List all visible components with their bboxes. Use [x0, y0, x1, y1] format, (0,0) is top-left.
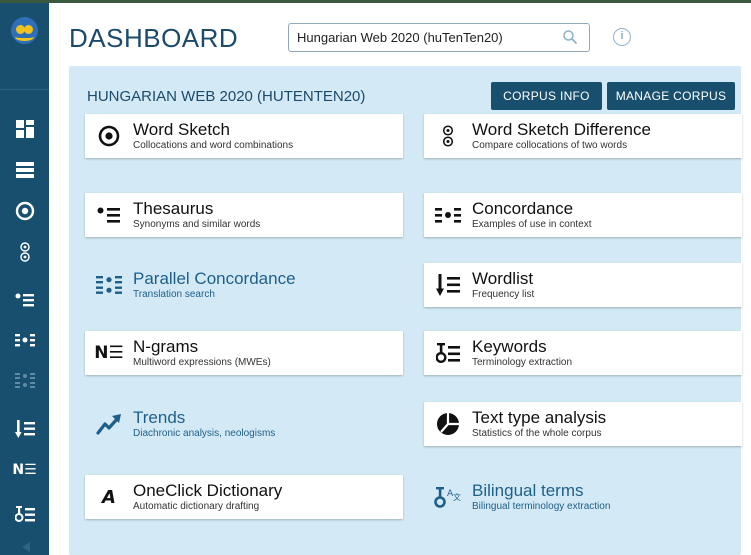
tool-name: N-grams — [133, 336, 199, 356]
sidebar-collapse-arrow[interactable] — [0, 538, 49, 555]
keywords-icon — [436, 343, 460, 363]
oneclick-dictionary-icon: A — [102, 486, 116, 508]
sketch-engine-logo-icon[interactable] — [11, 17, 38, 44]
text-type-analysis-icon — [437, 413, 459, 435]
tool-name: Text type analysis — [472, 407, 607, 427]
tool-description: Terminology extraction — [472, 356, 573, 368]
tool-description: Automatic dictionary drafting — [133, 500, 260, 512]
word-sketch-difference-icon — [442, 125, 454, 147]
tool-name: Wordlist — [472, 268, 534, 288]
tool-name: Word Sketch Difference — [472, 119, 651, 139]
tool-description: Bilingual terminology extraction — [472, 500, 611, 512]
main-content: DASHBOARD i HUNGARIAN WEB 2020 (HUTENTEN… — [49, 3, 751, 555]
tool-description: Synonyms and similar words — [133, 218, 261, 230]
tool-name: Parallel Concordance — [133, 268, 296, 288]
tool-description: Multiword expressions (MWEs) — [133, 356, 271, 368]
svg-text:文: 文 — [453, 492, 461, 502]
corpus-name-heading: HUNGARIAN WEB 2020 (HUTENTEN20) — [87, 88, 366, 105]
tool-card-wordlist[interactable]: Wordlist Frequency list — [424, 263, 742, 307]
sidebar-item-thesaurus[interactable] — [0, 283, 49, 317]
tool-description: Diachronic analysis, neologisms — [133, 427, 276, 439]
tool-description: Statistics of the whole corpus — [472, 427, 602, 439]
sidebar-item-concordance[interactable] — [0, 323, 49, 357]
wordlist-icon — [14, 420, 35, 438]
concordance-icon — [435, 208, 461, 223]
tool-name: Keywords — [472, 336, 547, 356]
tool-description: Collocations and word combinations — [133, 139, 294, 151]
corpus-list-icon — [15, 162, 34, 178]
concordance-icon — [14, 334, 35, 347]
tool-card-ngrams[interactable]: N☰ N-grams Multiword expressions (MWEs) — [85, 331, 403, 375]
corpus-selector[interactable] — [288, 23, 590, 52]
tool-card-bilingual-terms[interactable]: A文 Bilingual terms Bilingual terminology … — [424, 475, 742, 519]
tool-card-word-sketch-difference[interactable]: Word Sketch Difference Compare collocatio… — [424, 114, 742, 158]
sidebar-item-corpora[interactable] — [0, 153, 49, 187]
word-sketch-icon — [15, 201, 34, 221]
tool-name: OneClick Dictionary — [133, 480, 283, 500]
trends-icon — [96, 414, 121, 435]
word-sketch-difference-icon — [19, 242, 30, 262]
collapse-arrow-icon — [21, 541, 30, 552]
tool-card-text-type-analysis[interactable]: Text type analysis Statistics of the whol… — [424, 402, 742, 446]
tool-description: Compare collocations of two words — [472, 139, 628, 151]
tool-description: Frequency list — [472, 288, 535, 300]
corpus-search-input[interactable] — [289, 24, 559, 51]
parallel-concordance-icon — [96, 276, 122, 294]
sidebar-item-dashboard[interactable] — [0, 112, 49, 146]
page-title: DASHBOARD — [69, 23, 239, 53]
sidebar-item-keywords[interactable] — [0, 497, 49, 531]
tool-card-thesaurus[interactable]: Thesaurus Synonyms and similar words — [85, 193, 403, 237]
tool-description: Examples of use in context — [472, 218, 592, 230]
tool-card-keywords[interactable]: Keywords Terminology extraction — [424, 331, 742, 375]
tool-name: Thesaurus — [133, 198, 214, 218]
ngrams-icon: N☰ — [12, 462, 37, 478]
info-icon[interactable]: i — [613, 28, 631, 46]
tool-card-parallel-concordance[interactable]: Parallel Concordance Translation search — [85, 263, 403, 307]
sidebar-item-parallel-concordance[interactable] — [0, 364, 49, 398]
sidebar-divider — [0, 89, 49, 90]
manage-corpus-button[interactable]: MANAGE CORPUS — [607, 82, 735, 110]
tool-card-word-sketch[interactable]: Word Sketch Collocations and word combina… — [85, 114, 403, 158]
word-sketch-icon — [98, 125, 120, 147]
tool-card-trends[interactable]: Trends Diachronic analysis, neologisms — [85, 402, 403, 446]
sidebar-item-ngrams[interactable]: N☰ — [0, 453, 49, 487]
bilingual-terms-icon: A文 — [434, 487, 461, 508]
corpus-info-button[interactable]: CORPUS INFO — [491, 82, 602, 110]
thesaurus-icon — [15, 293, 34, 307]
tool-name: Bilingual terms — [472, 480, 584, 500]
tool-name: Trends — [133, 407, 186, 427]
search-icon[interactable] — [563, 30, 577, 44]
ngrams-icon: N☰ — [94, 343, 124, 363]
tool-name: Concordance — [472, 198, 574, 218]
parallel-concordance-icon — [14, 373, 35, 388]
tool-name: Word Sketch — [133, 119, 231, 139]
tool-description: Translation search — [133, 288, 215, 300]
dashboard-icon — [15, 120, 34, 138]
sidebar-item-word-sketch[interactable] — [0, 194, 49, 228]
thesaurus-icon — [97, 207, 120, 223]
wordlist-icon — [436, 274, 460, 296]
sidebar: N☰ — [0, 3, 49, 555]
sidebar-item-wordlist[interactable] — [0, 412, 49, 446]
keywords-icon — [14, 506, 35, 522]
sidebar-item-word-sketch-difference[interactable] — [0, 235, 49, 269]
tool-card-concordance[interactable]: Concordance Examples of use in context — [424, 193, 742, 237]
corpus-panel: HUNGARIAN WEB 2020 (HUTENTEN20) CORPUS I… — [69, 66, 742, 555]
tool-card-oneclick-dictionary[interactable]: A OneClick Dictionary Automatic dictionar… — [85, 475, 403, 519]
